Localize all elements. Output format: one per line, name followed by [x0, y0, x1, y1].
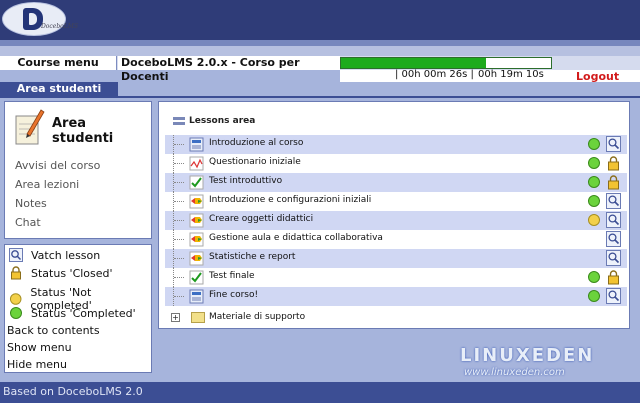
scorm-icon	[189, 194, 204, 209]
course-menu-button[interactable]: Course menu	[0, 56, 117, 70]
legend-watch-lesson: Vatch lesson	[9, 248, 100, 262]
course-title: DoceboLMS 2.0.x - Corso per Docenti	[118, 56, 340, 83]
docebo-logo[interactable]: DoceboLMS	[2, 2, 78, 36]
tree-connector	[173, 287, 184, 306]
tree-connector	[173, 135, 184, 154]
test-icon	[189, 175, 204, 190]
legend-label: Status 'Completed'	[31, 306, 136, 320]
lessons-area-title: Lessons area	[189, 116, 256, 126]
lesson-row[interactable]: Introduzione e configurazioni iniziali	[165, 192, 627, 211]
green-status-icon	[588, 138, 600, 150]
lock-icon	[608, 156, 619, 171]
lesson-row[interactable]: Fine corso!	[165, 287, 627, 306]
lessons-tree-icon	[173, 117, 185, 125]
yellow-status-icon	[588, 214, 600, 226]
folder-row[interactable]: + Materiale di supporto	[165, 309, 627, 327]
poll-icon	[189, 156, 204, 171]
lock-icon	[11, 266, 21, 280]
legend-label: Vatch lesson	[31, 248, 101, 262]
panel-title: Area studenti	[52, 116, 114, 146]
logo-text: DoceboLMS	[41, 23, 79, 30]
tree-connector	[173, 230, 184, 249]
green-dot-icon	[10, 307, 22, 319]
header-stripe-light	[0, 46, 640, 56]
lesson-row[interactable]: Gestione aula e didattica collaborativa	[165, 230, 627, 249]
tree-connector	[173, 268, 184, 287]
logout-link[interactable]: Logout	[576, 70, 619, 83]
green-status-icon	[588, 271, 600, 283]
lesson-row[interactable]: Statistiche e report	[165, 249, 627, 268]
lesson-row[interactable]: Questionario iniziale	[165, 154, 627, 173]
hide-menu-link[interactable]: Hide menu	[7, 358, 67, 371]
course-progress-bar	[340, 57, 552, 69]
tab-area-studenti[interactable]: Area studenti	[0, 82, 118, 96]
nav-area-lezioni[interactable]: Area lezioni	[15, 178, 79, 191]
lesson-row[interactable]: Introduzione al corso	[165, 135, 627, 154]
magnifier-icon[interactable]	[606, 212, 621, 228]
tree-connector	[173, 192, 184, 211]
lesson-label[interactable]: Introduzione e configurazioni iniziali	[209, 195, 371, 205]
back-to-contents-link[interactable]: Back to contents	[7, 324, 100, 337]
nav-chat[interactable]: Chat	[15, 216, 41, 229]
session-timer: | 00h 00m 26s |	[395, 69, 474, 80]
green-status-icon	[588, 290, 600, 302]
footer-text: Based on DoceboLMS 2.0	[3, 385, 143, 398]
document-icon	[189, 289, 204, 304]
lock-icon	[608, 175, 619, 190]
watermark-url: www.linuxeden.com	[464, 367, 565, 378]
pencil-notebook-icon	[15, 109, 45, 145]
green-status-icon	[588, 157, 600, 169]
lesson-row[interactable]: Test finale	[165, 268, 627, 287]
top-banner	[0, 0, 640, 40]
scorm-icon	[189, 213, 204, 228]
lesson-label[interactable]: Questionario iniziale	[209, 157, 301, 167]
show-menu-link[interactable]: Show menu	[7, 341, 72, 354]
green-status-icon	[588, 195, 600, 207]
scorm-icon	[189, 251, 204, 266]
magnifier-icon[interactable]	[606, 193, 621, 209]
lesson-row[interactable]: Creare oggetti didattici	[165, 211, 627, 230]
magnifier-icon[interactable]	[606, 250, 621, 266]
lesson-label[interactable]: Fine corso!	[209, 290, 258, 300]
magnifier-icon[interactable]	[606, 231, 621, 247]
tab-underline	[0, 96, 640, 98]
folder-label: Materiale di supporto	[209, 312, 306, 322]
lesson-label[interactable]: Test introduttivo	[209, 176, 282, 186]
lesson-label[interactable]: Statistiche e report	[209, 252, 295, 262]
nav-notes[interactable]: Notes	[15, 197, 47, 210]
document-icon	[189, 137, 204, 152]
lesson-label[interactable]: Gestione aula e didattica collaborativa	[209, 233, 383, 243]
lesson-label[interactable]: Introduzione al corso	[209, 138, 303, 148]
tree-connector	[173, 173, 184, 192]
total-timer: 00h 19m 10s	[478, 69, 544, 80]
nav-avvisi-del-corso[interactable]: Avvisi del corso	[15, 159, 100, 172]
lessons-panel: Lessons area Introduzione al corso Questi…	[158, 101, 630, 329]
watermark-brand: LINUXEDEN	[460, 345, 595, 366]
student-area-panel: Area studenti Avvisi del corso Area lezi…	[4, 101, 152, 239]
green-status-icon	[588, 176, 600, 188]
legend-closed: Status 'Closed'	[9, 266, 113, 280]
lesson-label[interactable]: Test finale	[209, 271, 255, 281]
folder-icon	[191, 312, 205, 323]
test-icon	[189, 270, 204, 285]
expand-icon[interactable]: +	[171, 313, 180, 322]
legend-panel: Vatch lesson Status 'Closed' Status 'Not…	[4, 244, 152, 373]
progress-fill	[341, 58, 486, 68]
tree-connector	[173, 249, 184, 268]
tree-connector	[173, 211, 184, 230]
magnifier-icon	[9, 248, 23, 262]
tree-connector	[173, 154, 184, 173]
yellow-dot-icon	[9, 293, 22, 305]
legend-label: Status 'Closed'	[31, 266, 113, 280]
lock-icon	[608, 270, 619, 285]
lesson-label[interactable]: Creare oggetti didattici	[209, 214, 313, 224]
magnifier-icon[interactable]	[606, 136, 621, 152]
watermark: LINUXEDEN www.linuxeden.com	[450, 345, 635, 385]
logo-d-inner	[29, 13, 37, 25]
scorm-icon	[189, 232, 204, 247]
magnifier-icon[interactable]	[606, 288, 621, 304]
lesson-row[interactable]: Test introduttivo	[165, 173, 627, 192]
legend-completed: Status 'Completed'	[9, 306, 136, 320]
